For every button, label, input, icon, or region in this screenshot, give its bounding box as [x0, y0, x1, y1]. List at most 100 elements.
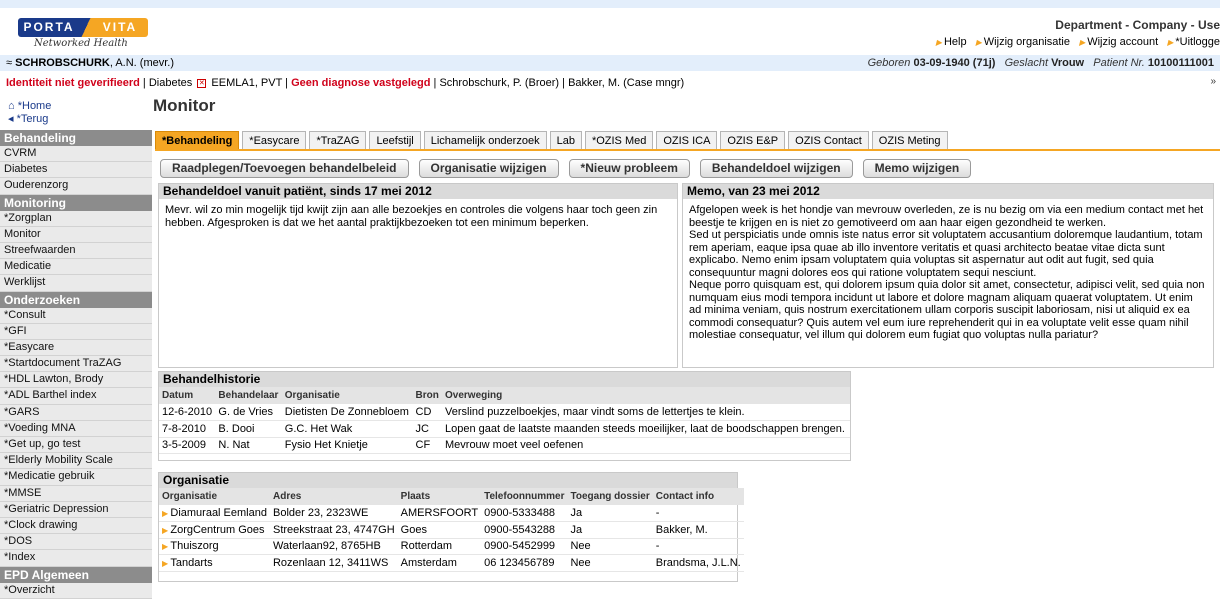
sidebar-section-monitoring[interactable]: Monitoring: [0, 194, 152, 211]
history-cell: G.C. Het Wak: [281, 420, 413, 438]
sidebar-item-consult[interactable]: *Consult: [0, 307, 152, 324]
sidebar-item-mmse[interactable]: *MMSE: [0, 485, 152, 502]
table-row[interactable]: 7-8-2010 B. Dooi G.C. Het Wak JC Lopen gaat …: [159, 420, 850, 438]
organisation-cell: Nee: [567, 554, 653, 572]
tab-trazag[interactable]: *TraZAG: [309, 131, 367, 150]
organisatie-wijzigen-button[interactable]: Organisatie wijzigen: [418, 159, 559, 178]
sidebar-item-ouderenzorg[interactable]: Ouderenzorg: [0, 178, 152, 195]
tab-lichamelijk-onderzoek[interactable]: Lichamelijk onderzoek: [423, 131, 547, 150]
tab-behandeling[interactable]: *Behandeling: [155, 131, 240, 150]
help-link-label[interactable]: Help: [944, 36, 967, 48]
identity-warning[interactable]: Identiteit niet geverifieerd: [6, 77, 140, 89]
organisation-col-toegang-dossier[interactable]: Toegang dossier: [567, 488, 653, 505]
memo-wijzigen-button[interactable]: Memo wijzigen: [862, 159, 972, 178]
contact-brother[interactable]: Schrobschurk, P. (Broer): [439, 77, 559, 89]
born-value: 03-09-1940 (71j): [913, 57, 996, 69]
history-col-datum[interactable]: Datum: [159, 387, 216, 404]
patient-name[interactable]: ≈ SCHROBSCHURK, A.N. (mevr.): [6, 57, 174, 69]
sidebar-item-gars[interactable]: *GARS: [0, 404, 152, 421]
sidebar-item-diabetes[interactable]: Diabetes: [0, 162, 152, 179]
tab-ozis-ica[interactable]: OZIS ICA: [656, 131, 718, 150]
app-window: PORTA VITA Networked Health Department -…: [0, 0, 1220, 613]
behandeldoel-wijzigen-button[interactable]: Behandeldoel wijzigen: [699, 159, 853, 178]
sidebar-item-geriatric-depression[interactable]: *Geriatric Depression: [0, 501, 152, 518]
sidebar-item-dos[interactable]: *DOS: [0, 534, 152, 551]
change-organisation-label[interactable]: Wijzig organisatie: [984, 36, 1070, 48]
change-account-label[interactable]: Wijzig account: [1087, 36, 1158, 48]
sidebar-item-hdl-lawton-brody[interactable]: *HDL Lawton, Brody: [0, 372, 152, 389]
organisation-col-adres[interactable]: Adres: [269, 488, 398, 505]
organisation-panel-title: Organisatie: [159, 473, 737, 488]
organisation-col-contact-info[interactable]: Contact info: [652, 488, 744, 505]
table-row[interactable]: ▶ Thuiszorg Waterlaan92, 8765HB Rotterdam 0…: [159, 538, 744, 555]
contact-case-manager[interactable]: Bakker, M. (Case mngr): [568, 77, 684, 89]
organisation-col-telefoonnummer[interactable]: Telefoonnummer: [481, 488, 568, 505]
logout-label[interactable]: *Uitlogge: [1175, 36, 1220, 48]
change-organisation-link[interactable]: ▶ Wijzig organisatie: [976, 36, 1070, 48]
sidebar-section-onderzoeken[interactable]: Onderzoeken: [0, 291, 152, 308]
sidebar-item-overzicht[interactable]: *Overzicht: [0, 582, 152, 599]
tab-ozis-e-p[interactable]: OZIS E&P: [720, 131, 786, 150]
expand-icon[interactable]: »: [1210, 76, 1216, 87]
sidebar-item-gfi[interactable]: *GFI: [0, 323, 152, 340]
organisation-cell: ▶ Diamuraal Eemland: [159, 505, 270, 522]
sidebar-item-elderly-mobility-scale[interactable]: *Elderly Mobility Scale: [0, 453, 152, 470]
home-link[interactable]: ⌂ *Home: [8, 100, 51, 113]
organisation-table: Organisatie Adres Plaats Telefoonnummer Toeg…: [159, 488, 744, 572]
sidebar-item-werklijst[interactable]: Werklijst: [0, 275, 152, 292]
sidebar-item-streefwaarden[interactable]: Streefwaarden: [0, 242, 152, 260]
tab-ozis-med[interactable]: *OZIS Med: [584, 131, 654, 150]
organisation-cell: -: [652, 505, 744, 522]
table-row[interactable]: ▶ ZorgCentrum Goes Streekstraat 23, 4747G…: [159, 521, 744, 539]
table-row[interactable]: 3-5-2009 N. Nat Fysio Het Knietje CF Mevrouw…: [159, 437, 850, 454]
status-diabetes[interactable]: Diabetes: [149, 77, 192, 89]
triangle-right-icon: ▶: [1079, 38, 1086, 47]
sidebar-item-voeding-mna[interactable]: *Voeding MNA: [0, 420, 152, 437]
organisation-col-plaats[interactable]: Plaats: [397, 488, 482, 505]
sidebar-item-medicatie-gebruik[interactable]: *Medicatie gebruik: [0, 469, 152, 486]
remove-icon[interactable]: ✕: [197, 78, 207, 88]
table-row[interactable]: ▶ Diamuraal Eemland Bolder 23, 2323WE AMER…: [159, 505, 744, 522]
sidebar-item-monitor[interactable]: Monitor: [0, 226, 152, 243]
portavita-logo[interactable]: PORTA VITA Networked Health: [18, 18, 148, 54]
sidebar-item-zorgplan[interactable]: *Zorgplan: [0, 210, 152, 227]
history-col-bron[interactable]: Bron: [412, 387, 442, 404]
raadplegen-toevoegen-behandelbeleid-button[interactable]: Raadplegen/Toevoegen behandelbeleid: [160, 159, 409, 178]
history-cell: 3-5-2009: [159, 437, 216, 454]
status-eemla[interactable]: EEMLA1, PVT: [211, 77, 282, 89]
sidebar-section-epd-algemeen[interactable]: EPD Algemeen: [0, 566, 152, 583]
organisation-cell: ▶ Tandarts: [159, 554, 270, 572]
history-col-organisatie[interactable]: Organisatie: [281, 387, 413, 404]
change-account-link[interactable]: ▶ Wijzig account: [1079, 36, 1158, 48]
help-link[interactable]: ▶ Help: [936, 36, 967, 48]
sidebar-section-behandeling[interactable]: Behandeling: [0, 130, 152, 146]
sidebar-item-easycare[interactable]: *Easycare: [0, 339, 152, 357]
organisation-body: ▶ Diamuraal Eemland Bolder 23, 2323WE AMER…: [159, 505, 744, 572]
diagnosis-warning[interactable]: Geen diagnose vastgelegd: [291, 77, 430, 89]
organisation-cell: Waterlaan92, 8765HB: [269, 538, 398, 555]
sidebar-item-startdocument-trazag[interactable]: *Startdocument TraZAG: [0, 356, 152, 373]
sidebar-item-adl-barthel-index[interactable]: *ADL Barthel index: [0, 388, 152, 405]
back-link[interactable]: ◂ *Terug: [8, 113, 51, 126]
organisation-cell: ▶ Thuiszorg: [159, 538, 270, 555]
organisation-cell: 06 123456789: [481, 554, 568, 572]
organisation-cell: Goes: [397, 521, 482, 539]
tab-ozis-meting[interactable]: OZIS Meting: [871, 131, 948, 150]
sidebar-item-get-up-go-test[interactable]: *Get up, go test: [0, 437, 152, 454]
nieuw-probleem-button[interactable]: *Nieuw probleem: [568, 159, 690, 178]
table-row[interactable]: ▶ Tandarts Rozenlaan 12, 3411WS Amsterdam 0…: [159, 554, 744, 572]
sidebar-item-index[interactable]: *Index: [0, 550, 152, 567]
collapse-icon[interactable]: ≈: [6, 57, 12, 69]
tab-easycare[interactable]: *Easycare: [242, 131, 307, 150]
logout-link[interactable]: ▶ *Uitlogge: [1167, 36, 1220, 48]
sidebar-item-medicatie[interactable]: Medicatie: [0, 259, 152, 276]
sidebar-item-clock-drawing[interactable]: *Clock drawing: [0, 517, 152, 535]
tab-lab[interactable]: Lab: [549, 131, 582, 150]
table-row[interactable]: 12-6-2010 G. de Vries Dietisten De Zonnebl…: [159, 404, 850, 421]
tab-ozis-contact[interactable]: OZIS Contact: [788, 131, 869, 150]
sidebar-item-cvrm[interactable]: CVRM: [0, 146, 152, 163]
organisation-col-organisatie[interactable]: Organisatie: [159, 488, 270, 505]
tab-leefstijl[interactable]: Leefstijl: [369, 131, 421, 150]
history-col-behandelaar[interactable]: Behandelaar: [215, 387, 282, 404]
history-col-overweging[interactable]: Overweging: [442, 387, 850, 404]
